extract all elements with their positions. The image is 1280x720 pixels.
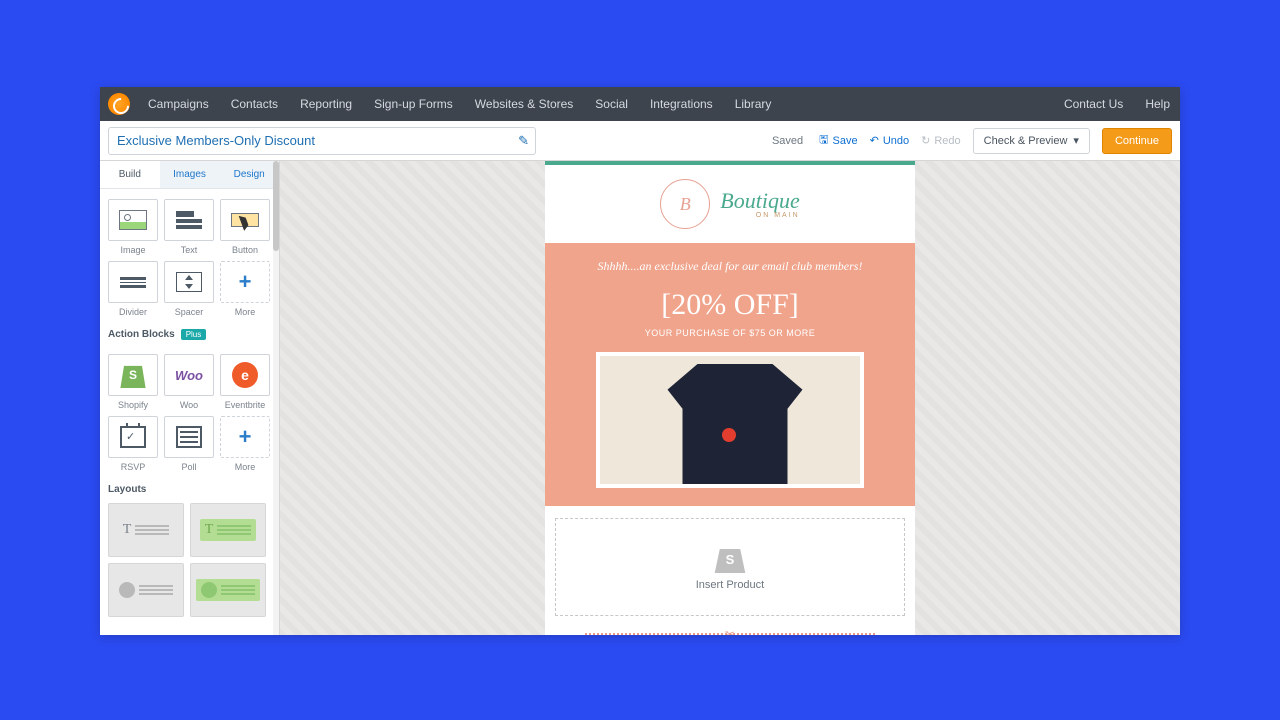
redo-button[interactable]: ↻ Redo [921,134,961,147]
basic-blocks: Image Text Button Divider [100,189,279,321]
block-rsvp[interactable] [108,416,158,458]
plus-icon: + [239,424,252,450]
divider-icon [120,277,146,288]
nav-help[interactable]: Help [1145,97,1170,111]
top-nav: Campaigns Contacts Reporting Sign-up For… [100,87,1180,121]
promo-section: Shhhh....an exclusive deal for our email… [545,243,915,506]
button-icon [231,213,259,227]
brand-logo-icon [108,93,130,115]
email-header: B Boutique ON MAIN [545,165,915,243]
action-blocks: Shopify Woo Woo e Eventbrite RSVP Poll [100,344,279,476]
redo-icon: ↻ [921,134,930,147]
nav-library[interactable]: Library [735,97,772,111]
layout-4[interactable] [190,563,266,617]
email-preview[interactable]: B Boutique ON MAIN Shhhh....an exclusive… [545,161,915,635]
nav-left: Campaigns Contacts Reporting Sign-up For… [148,97,771,111]
block-spacer[interactable] [164,261,214,303]
nav-campaigns[interactable]: Campaigns [148,97,209,111]
app-frame: Campaigns Contacts Reporting Sign-up For… [100,87,1180,635]
campaign-name-field[interactable]: Exclusive Members-Only Discount ✎ [108,127,536,155]
sidebar-scrollbar[interactable] [273,161,279,635]
nav-contact-us[interactable]: Contact Us [1064,97,1123,111]
nav-integrations[interactable]: Integrations [650,97,713,111]
promo-condition: YOUR PURCHASE OF $75 OR MORE [555,328,905,338]
toolbar: Exclusive Members-Only Discount ✎ Saved … [100,121,1180,161]
nav-signup-forms[interactable]: Sign-up Forms [374,97,453,111]
nav-websites-stores[interactable]: Websites & Stores [475,97,573,111]
continue-button[interactable]: Continue [1102,128,1172,154]
check-preview-button[interactable]: Check & Preview ▾ [973,128,1090,154]
block-poll[interactable] [164,416,214,458]
nav-contacts[interactable]: Contacts [231,97,278,111]
chevron-down-icon: ▾ [1073,134,1079,147]
block-text[interactable] [164,199,214,241]
shopify-bag-icon [713,543,747,573]
undo-icon: ↶ [870,134,879,147]
insert-product-label: Insert Product [696,579,764,591]
spacer-icon [176,272,202,292]
layout-3[interactable] [108,563,184,617]
block-button[interactable] [220,199,270,241]
action-blocks-title: Action Blocks Plus [100,321,279,344]
plus-icon: + [239,269,252,295]
insert-product-slot[interactable]: Insert Product [555,518,905,616]
poll-icon [176,426,202,448]
edit-pencil-icon[interactable]: ✎ [518,133,529,149]
tab-build[interactable]: Build [100,161,160,188]
save-status: Saved [772,135,803,147]
coupon-edge: ✂ [545,628,915,635]
flower-accent [722,428,736,442]
plus-badge: Plus [181,329,207,340]
woo-icon: Woo [175,368,203,383]
canvas[interactable]: B Boutique ON MAIN Shhhh....an exclusive… [280,161,1180,635]
undo-button[interactable]: ↶ Undo [870,134,910,147]
jacket-illustration [660,364,810,488]
block-more[interactable]: + [220,261,270,303]
scrollbar-thumb[interactable] [273,161,279,251]
layouts: T T [100,499,279,621]
block-divider[interactable] [108,261,158,303]
promo-intro: Shhhh....an exclusive deal for our email… [555,259,905,274]
block-eventbrite[interactable]: e [220,354,270,396]
brand-subtext: ON MAIN [720,212,799,219]
sidebar-tabs: Build Images Design [100,161,279,189]
layout-2[interactable]: T [190,503,266,557]
block-image[interactable] [108,199,158,241]
save-button[interactable]: 🖫 Save [819,131,857,150]
sidebar: Build Images Design Image Text Button [100,161,280,635]
save-icon: 🖫 [819,131,828,150]
layouts-title: Layouts [100,476,279,499]
nav-social[interactable]: Social [595,97,628,111]
tab-images[interactable]: Images [160,161,220,188]
product-photo [596,352,864,488]
eventbrite-icon: e [232,362,258,388]
block-woo[interactable]: Woo [164,354,214,396]
block-action-more[interactable]: + [220,416,270,458]
tab-design[interactable]: Design [219,161,279,188]
nav-right: Contact Us Help [1064,97,1170,111]
campaign-name-text: Exclusive Members-Only Discount [117,133,315,148]
brand-name: Boutique [720,190,799,212]
nav-reporting[interactable]: Reporting [300,97,352,111]
promo-offer: [20% OFF] [555,288,905,322]
rsvp-icon [120,426,146,448]
shopify-icon [118,362,148,388]
layout-1[interactable]: T [108,503,184,557]
block-shopify[interactable] [108,354,158,396]
brand-monogram-icon: B [660,179,710,229]
image-icon [119,210,147,230]
main-area: Build Images Design Image Text Button [100,161,1180,635]
text-icon [176,211,202,229]
